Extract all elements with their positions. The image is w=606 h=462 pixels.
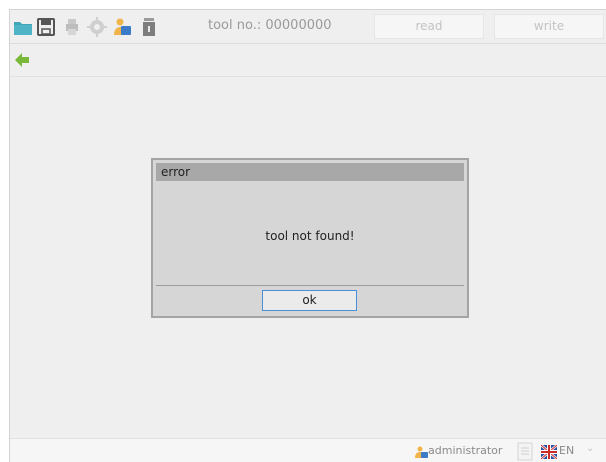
- user-name: administrator: [428, 444, 503, 457]
- print-icon[interactable]: [62, 17, 82, 37]
- write-button[interactable]: write: [494, 14, 604, 39]
- back-arrow-icon[interactable]: [14, 52, 30, 68]
- user-icon: [415, 446, 428, 458]
- navigation-bar: [10, 44, 606, 77]
- status-bar: administrator EN ⌄: [10, 438, 606, 462]
- dialog-message: tool not found!: [265, 229, 355, 243]
- folder-icon[interactable]: [13, 17, 33, 37]
- user-icon[interactable]: [112, 17, 132, 37]
- app-window: tool no.: 00000000 read write error tool…: [9, 9, 606, 462]
- chevron-down-icon: ⌄: [586, 443, 595, 454]
- uk-flag-icon: [541, 445, 557, 459]
- language-label: EN: [559, 444, 575, 457]
- document-icon[interactable]: [516, 442, 534, 461]
- ok-button[interactable]: ok: [262, 290, 357, 311]
- save-icon[interactable]: [36, 17, 56, 37]
- device-icon[interactable]: [139, 17, 159, 37]
- read-button[interactable]: read: [374, 14, 484, 39]
- settings-icon[interactable]: [87, 17, 107, 37]
- toolbar: tool no.: 00000000 read write: [10, 10, 606, 44]
- dialog-title: error: [156, 163, 464, 181]
- tool-number-label: tool no.: 00000000: [208, 18, 332, 33]
- dialog-separator: [156, 285, 464, 286]
- error-dialog: error tool not found! ok: [151, 158, 469, 318]
